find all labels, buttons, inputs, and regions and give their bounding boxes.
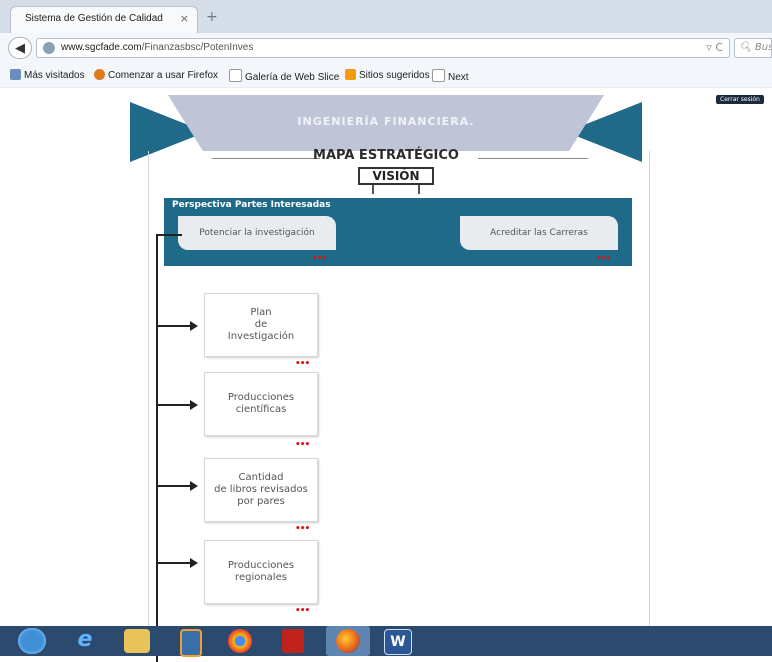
page-icon [229, 69, 242, 82]
logout-button[interactable]: Cerrar sesión [716, 95, 764, 104]
more-options-icon[interactable]: ••• [596, 255, 611, 264]
search-input[interactable]: 🔍︎ Bus [734, 38, 772, 58]
tree-branch [156, 485, 190, 487]
card-label: Producciones [227, 392, 295, 403]
firefox-icon [94, 69, 105, 80]
browser-chrome: Sistema de Gestión de Calidad × + ◀ www.… [0, 0, 772, 89]
bookmark-label: Next [448, 72, 469, 83]
suggested-sites-icon [345, 69, 356, 80]
firefox-taskbar-button[interactable] [326, 626, 370, 656]
banner-title: INGENIERÍA FINANCIERA. [297, 115, 475, 128]
arrow-right-icon [190, 558, 198, 568]
objective-potenciar-investigacion[interactable]: Potenciar la investigación [178, 216, 336, 250]
vision-button[interactable]: VISIÓN [358, 167, 434, 185]
header-banner: INGENIERÍA FINANCIERA. [168, 95, 604, 151]
start-button[interactable] [18, 628, 46, 654]
navigation-bar: ◀ www.sgcfade.com/Finanzasbsc/PotenInves… [0, 33, 772, 63]
card-label: Plan [250, 307, 272, 318]
internet-explorer-icon[interactable]: e [72, 629, 98, 653]
card-label: por pares [237, 496, 285, 507]
bookmark-comenzar-firefox[interactable]: Comenzar a usar Firefox [94, 69, 218, 81]
objective-acreditar-carreras[interactable]: Acreditar las Carreras [460, 216, 618, 250]
tab-title: Sistema de Gestión de Calidad [25, 13, 163, 24]
red-app-icon[interactable] [282, 629, 304, 653]
bookmark-sitios-sugeridos[interactable]: Sitios sugeridos [345, 69, 430, 81]
tree-connector [156, 234, 182, 236]
web-page: Cerrar sesión INGENIERÍA FINANCIERA. MAP… [0, 88, 772, 662]
back-arrow-icon: ◀ [15, 41, 25, 56]
bookmark-web-slice[interactable]: Galería de Web Slice [229, 69, 339, 83]
address-bar[interactable]: www.sgcfade.com/Finanzasbsc/PotenInves ▿… [36, 38, 730, 58]
tree-branch [156, 562, 190, 564]
tree-connector [156, 234, 158, 662]
search-icon: 🔍︎ [739, 42, 752, 53]
arrow-right-icon [190, 321, 198, 331]
media-player-icon[interactable] [180, 629, 202, 657]
new-tab-icon[interactable]: + [206, 9, 218, 25]
card-label: científicas [235, 404, 287, 415]
browser-tab[interactable]: Sistema de Gestión de Calidad × [10, 6, 198, 33]
bookmark-label: Galería de Web Slice [245, 72, 340, 83]
word-icon[interactable]: W [384, 629, 412, 655]
card-label: de libros revisados [214, 484, 308, 495]
vision-connector [372, 185, 374, 194]
more-options-icon[interactable]: ••• [295, 360, 310, 369]
indicator-producciones-regionales[interactable]: Producciones regionales [204, 540, 318, 604]
indicator-libros-revisados[interactable]: Cantidad de libros revisados por pares [204, 458, 318, 522]
search-placeholder: Bus [754, 42, 772, 53]
page-title: MAPA ESTRATÉGICO [313, 148, 459, 163]
indicator-plan-investigacion[interactable]: Plan de Investigación [204, 293, 318, 357]
card-label: de [254, 319, 268, 330]
tree-branch [156, 325, 190, 327]
chrome-icon[interactable] [228, 629, 252, 653]
indicator-producciones-cientificas[interactable]: Producciones científicas [204, 372, 318, 436]
card-label: Cantidad [238, 472, 284, 483]
bookmarks-folder-icon [10, 69, 21, 80]
close-tab-icon[interactable]: × [180, 12, 189, 25]
more-options-icon[interactable]: ••• [295, 441, 310, 450]
file-explorer-icon[interactable] [124, 629, 150, 653]
card-label: Investigación [227, 331, 295, 342]
tab-bar: Sistema de Gestión de Calidad × + [0, 0, 772, 33]
page-icon [432, 69, 445, 82]
back-button[interactable]: ◀ [8, 37, 32, 59]
arrow-right-icon [190, 400, 198, 410]
url-text: www.sgcfade.com/Finanzasbsc/PotenInves [61, 42, 253, 53]
bookmark-mas-visitados[interactable]: Más visitados [10, 69, 85, 81]
bookmark-next[interactable]: Next [432, 69, 469, 83]
windows-taskbar: e W [0, 626, 772, 657]
card-label: Producciones [227, 560, 295, 571]
tree-branch [156, 404, 190, 406]
bookmark-label: Sitios sugeridos [359, 70, 430, 81]
globe-icon [43, 42, 55, 54]
more-options-icon[interactable]: ••• [312, 255, 327, 264]
firefox-icon [336, 629, 360, 653]
more-options-icon[interactable]: ••• [295, 525, 310, 534]
bookmarks-toolbar: Más visitados Comenzar a usar Firefox Ga… [0, 63, 772, 87]
perspective-title: Perspectiva Partes Interesadas [172, 200, 331, 210]
perspective-panel: Perspectiva Partes Interesadas Potenciar… [164, 198, 632, 266]
more-options-icon[interactable]: ••• [295, 607, 310, 616]
arrow-right-icon [190, 481, 198, 491]
card-label: regionales [235, 572, 287, 583]
bookmark-label: Comenzar a usar Firefox [108, 70, 219, 81]
bookmark-label: Más visitados [24, 70, 85, 81]
reload-icon[interactable]: ▿ C [706, 41, 723, 54]
vision-connector [418, 185, 420, 194]
url-path: /Finanzasbsc/PotenInves [141, 42, 254, 53]
url-host: www.sgcfade.com [61, 42, 142, 53]
